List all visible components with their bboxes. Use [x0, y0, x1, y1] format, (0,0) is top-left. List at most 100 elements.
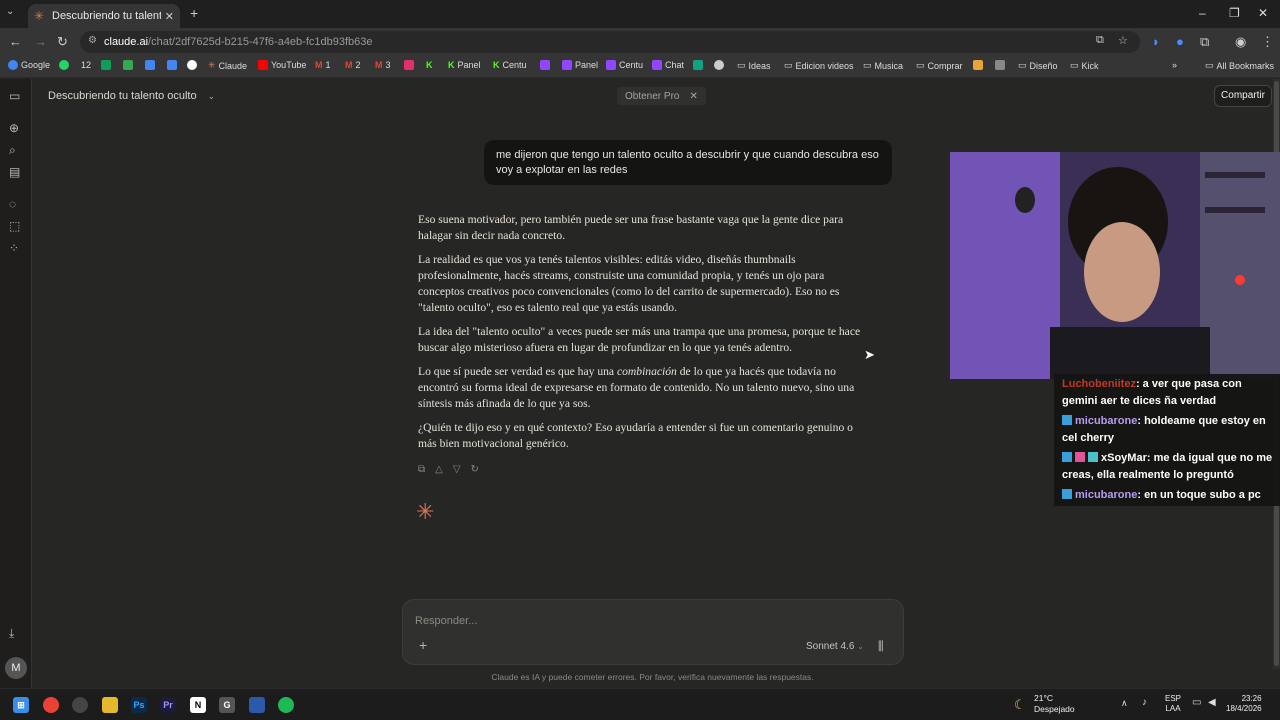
- bookmark-folder-edicion[interactable]: ▭ Edicion videos: [784, 60, 854, 71]
- all-bookmarks[interactable]: ▭ All Bookmarks: [1205, 60, 1274, 71]
- url-host: claude.ai: [104, 36, 149, 48]
- bookmark-discord[interactable]: [714, 60, 727, 70]
- bookmark-folder-comprar[interactable]: ▭ Comprar: [916, 60, 963, 71]
- maximize-icon[interactable]: ❐: [1229, 6, 1240, 20]
- new-tab-icon[interactable]: +: [190, 5, 198, 21]
- bookmark-github[interactable]: [187, 60, 200, 70]
- chats-icon[interactable]: ◌: [9, 197, 16, 211]
- artifacts-icon[interactable]: ⬚: [9, 219, 20, 233]
- forward-icon[interactable]: →: [34, 34, 47, 49]
- bookmark-gmail-3[interactable]: M3: [375, 60, 391, 70]
- share-button[interactable]: Compartir: [1214, 85, 1272, 107]
- bookmark-folder-kick[interactable]: ▭ Kick: [1070, 60, 1099, 71]
- bookmark-claude[interactable]: ✳ Claude: [208, 60, 247, 71]
- spotify-icon[interactable]: [278, 697, 294, 713]
- bookmark-whatsapp[interactable]: [59, 60, 72, 70]
- tray-chevron-icon[interactable]: ∧: [1121, 698, 1128, 709]
- reload-icon[interactable]: ↻: [57, 34, 68, 50]
- chrome-icon[interactable]: [43, 697, 59, 713]
- extension-icon[interactable]: ◗: [1152, 34, 1160, 49]
- bookmark-twitch-chat[interactable]: Chat: [652, 60, 684, 70]
- bookmark-folder-diseno[interactable]: ▭ Diseño: [1018, 60, 1058, 71]
- obs-icon[interactable]: [72, 697, 88, 713]
- bookmark-kick-centu[interactable]: K Centu: [493, 60, 527, 70]
- bookmark-12[interactable]: 12: [81, 60, 91, 70]
- back-icon[interactable]: ←: [9, 34, 22, 49]
- bookmark-google[interactable]: Google: [8, 60, 50, 70]
- bookmark-gmail-2[interactable]: M2: [345, 60, 361, 70]
- kick-icon: K: [493, 60, 500, 70]
- bookmark-kick-panel[interactable]: K Panel: [448, 60, 481, 70]
- microphone-icon[interactable]: ♪: [1142, 697, 1147, 708]
- model-selector[interactable]: Sonnet 4.6 ⌄: [806, 641, 864, 652]
- bookmark-sheets[interactable]: [123, 60, 136, 70]
- bookmark-docs[interactable]: [145, 60, 158, 70]
- address-bar[interactable]: ⚙ claude.ai/chat/2df7625d-b215-47f6-a4eb…: [80, 31, 1140, 53]
- language-indicator[interactable]: ESP LAA: [1165, 694, 1181, 714]
- menu-dots-icon[interactable]: ⋮: [1261, 34, 1274, 50]
- folder-icon: ▭: [784, 60, 793, 70]
- profile-icon[interactable]: ◉: [1235, 34, 1246, 50]
- notion-icon[interactable]: N: [190, 697, 206, 713]
- bookmark-site-icon: [973, 60, 983, 70]
- bookmark-chatgpt[interactable]: [693, 60, 706, 70]
- site-info-icon[interactable]: ⚙: [88, 35, 97, 46]
- network-icon[interactable]: ▭: [1192, 697, 1201, 708]
- tab-search-icon[interactable]: ⌄: [6, 6, 14, 17]
- search-icon[interactable]: ⌕: [9, 143, 16, 158]
- thumbs-up-icon[interactable]: △: [435, 464, 443, 475]
- chat-username: Luchobeniitez: [1062, 378, 1136, 390]
- clock[interactable]: 23:26 18/4/2026: [1226, 694, 1262, 714]
- add-attachment-icon[interactable]: +: [419, 637, 427, 653]
- start-icon[interactable]: ⊞: [13, 697, 29, 713]
- close-tab-icon[interactable]: ✕: [165, 10, 174, 23]
- install-app-icon[interactable]: ⧉: [1096, 34, 1104, 47]
- chat-message: micubarone: holdeame que estoy en cel ch…: [1062, 413, 1274, 447]
- bookmarks-overflow-icon[interactable]: »: [1172, 60, 1177, 70]
- bookmark-drive[interactable]: [101, 60, 114, 70]
- photoshop-icon[interactable]: Ps: [131, 697, 147, 713]
- bookmark-folder-musica[interactable]: ▭ Musica: [863, 60, 903, 71]
- bookmark-star-icon[interactable]: ☆: [1118, 34, 1128, 47]
- bookmark-extra-2[interactable]: [995, 60, 1008, 70]
- download-icon[interactable]: ⤓: [9, 626, 14, 641]
- extension-icon[interactable]: ●: [1176, 34, 1184, 49]
- moon-weather-icon: ☾: [1014, 697, 1026, 712]
- bookmark-twitch-panel[interactable]: Panel: [562, 60, 598, 70]
- sidebar-toggle-icon[interactable]: ▭: [9, 89, 20, 103]
- projects-icon[interactable]: ▤: [9, 165, 20, 179]
- weather-widget[interactable]: 21°C Despejado: [1034, 693, 1075, 715]
- bookmark-folder-ideas[interactable]: ▭ Ideas: [737, 60, 771, 71]
- retry-icon[interactable]: ↻: [471, 464, 479, 475]
- app-icon[interactable]: [249, 697, 265, 713]
- apps-grid-icon[interactable]: ⁘: [9, 241, 19, 255]
- app-icon[interactable]: G: [219, 697, 235, 713]
- chat-title-dropdown[interactable]: Descubriendo tu talento oculto ⌄: [48, 90, 215, 102]
- bookmark-calendar[interactable]: [167, 60, 180, 70]
- thumbs-down-icon[interactable]: ▽: [453, 464, 461, 475]
- reply-input[interactable]: [415, 612, 885, 630]
- bookmark-instagram[interactable]: [404, 60, 417, 70]
- bookmark-twitch-centu[interactable]: Centu: [606, 60, 643, 70]
- file-explorer-icon[interactable]: [102, 697, 118, 713]
- volume-icon[interactable]: ◀: [1208, 697, 1216, 708]
- extensions-puzzle-icon[interactable]: ⧉: [1200, 34, 1209, 50]
- get-pro-banner[interactable]: Obtener Pro ✕: [617, 87, 706, 105]
- browser-tab-strip: ⌄ ✳ Descubriendo tu talento oculto ✕ + –…: [0, 0, 1280, 28]
- minimize-icon[interactable]: –: [1199, 6, 1206, 20]
- close-icon[interactable]: ✕: [689, 91, 697, 102]
- voice-mode-icon[interactable]: ⫼: [878, 639, 884, 654]
- premiere-icon[interactable]: Pr: [160, 697, 176, 713]
- new-chat-icon[interactable]: ⊕: [9, 121, 19, 135]
- tab-active[interactable]: ✳ Descubriendo tu talento oculto ✕: [28, 4, 180, 28]
- close-window-icon[interactable]: ✕: [1258, 6, 1268, 20]
- model-name: Sonnet 4.6: [806, 641, 855, 652]
- chat-text: : en un toque subo a pc: [1137, 489, 1261, 501]
- bookmark-extra-1[interactable]: [973, 60, 986, 70]
- bookmark-kick[interactable]: K: [426, 60, 433, 70]
- sidebar-rail: ▭ ⊕ ⌕ ▤ ◌ ⬚ ⁘ ⤓ M: [0, 79, 32, 688]
- bookmark-twitch[interactable]: [540, 60, 553, 70]
- copy-icon[interactable]: ⧉: [418, 464, 425, 475]
- bookmark-gmail-1[interactable]: M1: [315, 60, 331, 70]
- bookmark-youtube[interactable]: YouTube: [258, 60, 306, 70]
